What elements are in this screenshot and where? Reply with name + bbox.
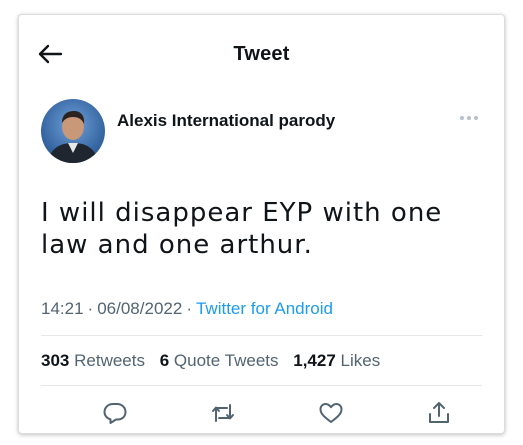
divider <box>41 385 482 386</box>
divider <box>41 335 482 336</box>
screenshot-frame: Tweet Alexis International parody I will… <box>0 0 523 445</box>
reply-icon[interactable] <box>101 399 129 427</box>
meta-separator: · <box>186 299 192 318</box>
likes-count: 1,427 <box>293 351 336 370</box>
retweets-stat[interactable]: 303 Retweets <box>41 351 145 370</box>
tweet-card: Tweet Alexis International parody I will… <box>18 14 505 434</box>
retweet-icon[interactable] <box>209 399 237 427</box>
quote-tweets-stat[interactable]: 6 Quote Tweets <box>160 351 279 370</box>
avatar[interactable] <box>41 99 105 163</box>
tweet-time: 14:21 <box>41 299 84 318</box>
tweet-header: Tweet <box>19 15 504 93</box>
author-name[interactable]: Alexis International parody <box>117 111 335 131</box>
quote-tweets-label: Quote Tweets <box>173 351 279 370</box>
meta-separator: · <box>87 299 94 318</box>
page-title: Tweet <box>233 43 290 65</box>
likes-stat[interactable]: 1,427 Likes <box>293 351 380 370</box>
likes-label: Likes <box>340 351 381 370</box>
tweet-text: I will disappear EYP with one law and on… <box>41 198 443 260</box>
retweets-count: 303 <box>41 351 70 370</box>
quote-tweets-count: 6 <box>159 351 170 370</box>
tweet-date: 06/08/2022 <box>97 299 183 318</box>
tweet-source-link[interactable]: Twitter for Android <box>196 299 333 318</box>
tweet-stats: 303 Retweets 6 Quote Tweets 1,427 Likes <box>41 351 390 371</box>
heart-icon[interactable] <box>317 399 345 427</box>
more-dots-icon[interactable] <box>457 111 481 125</box>
tweet-actions <box>41 399 482 429</box>
tweet-meta: 14:21 · 06/08/2022 · Twitter for Android <box>41 299 333 319</box>
share-icon[interactable] <box>425 399 453 427</box>
retweets-label: Retweets <box>74 351 145 370</box>
